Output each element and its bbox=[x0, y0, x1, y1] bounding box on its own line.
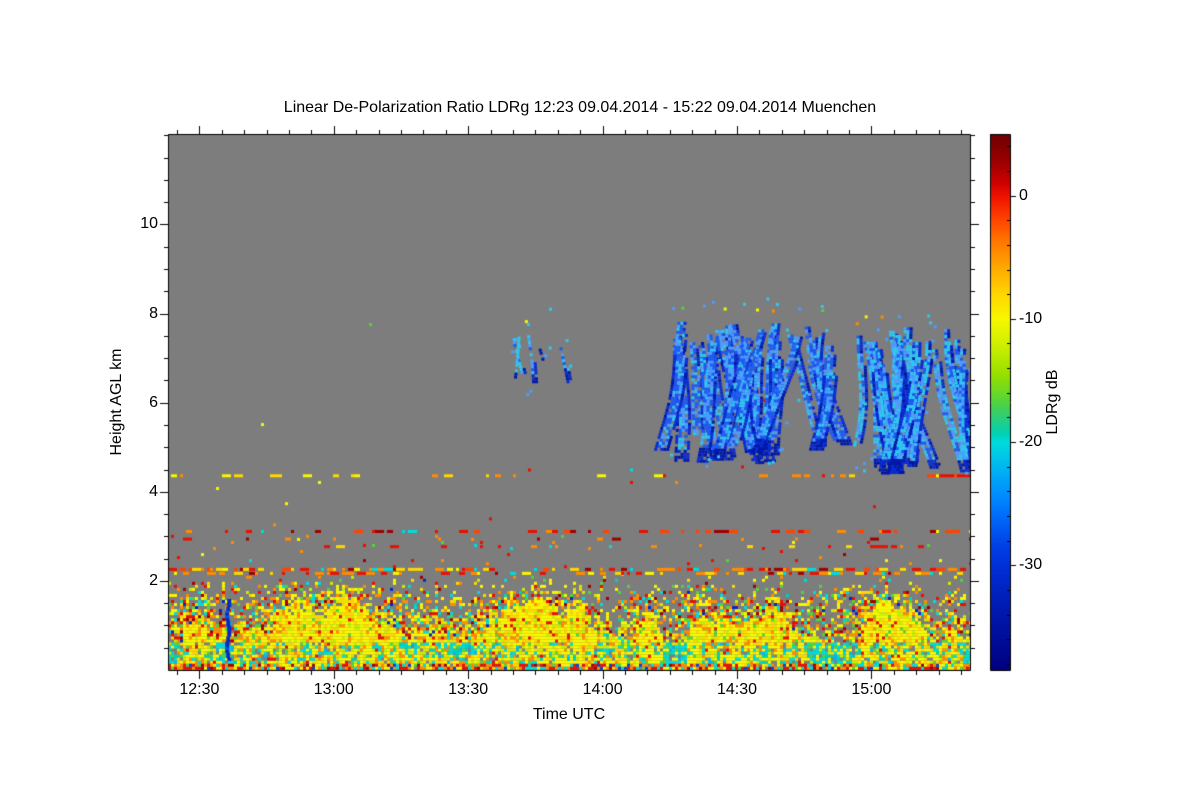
x-tick-label: 14:30 bbox=[716, 681, 758, 698]
y-tick-label: 8 bbox=[149, 304, 158, 322]
y-tick-label: 4 bbox=[149, 482, 158, 500]
y-axis-label: Height AGL km bbox=[108, 348, 125, 456]
colorbar-tick-label: -10 bbox=[1019, 309, 1043, 327]
x-axis-label: Time UTC bbox=[532, 706, 606, 723]
x-tick-label: 13:00 bbox=[313, 681, 354, 698]
x-tick-label: 14:00 bbox=[582, 681, 623, 698]
colorbar-tick-label: -30 bbox=[1019, 556, 1043, 574]
x-tick-label: 13:30 bbox=[448, 681, 489, 698]
chart-title: Linear De-Polarization Ratio LDRg 12:23 … bbox=[283, 99, 877, 116]
y-tick-label: 10 bbox=[140, 215, 158, 233]
y-tick-label: 2 bbox=[149, 571, 158, 589]
colorbar-tick-label: -20 bbox=[1019, 433, 1043, 451]
heatmap-canvas bbox=[0, 0, 1200, 800]
ldr-quicklook-figure: Linear De-Polarization Ratio LDRg 12:23 … bbox=[0, 0, 1200, 800]
colorbar-tick-label: 0 bbox=[1019, 186, 1028, 204]
x-tick-label: 15:00 bbox=[851, 681, 892, 698]
x-tick-label: 12:30 bbox=[179, 681, 220, 698]
colorbar-label: LDRg dB bbox=[1044, 369, 1061, 435]
